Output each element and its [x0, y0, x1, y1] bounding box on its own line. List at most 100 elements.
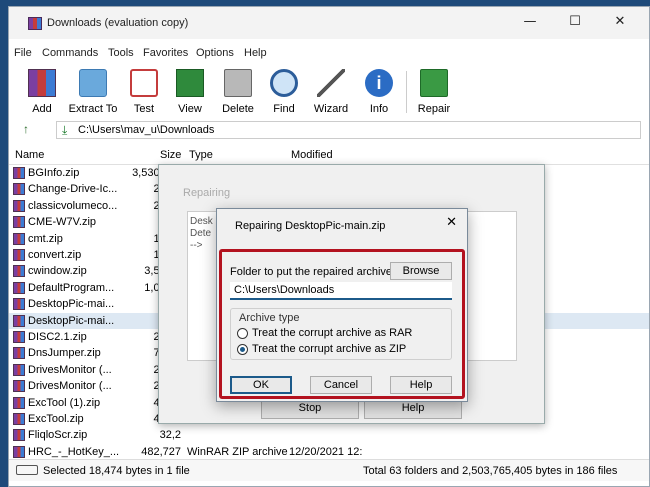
zip-file-icon [13, 445, 25, 458]
highlight-box: Folder to put the repaired archive Brows… [219, 249, 465, 399]
status-selected: Selected 18,474 bytes in 1 file [43, 465, 190, 477]
menu-tools[interactable]: Tools [108, 47, 134, 59]
browse-button[interactable]: Browse [390, 262, 452, 280]
wizard-button[interactable]: Wizard [314, 67, 348, 117]
zip-file-icon [13, 232, 25, 245]
test-clipboard-icon [130, 69, 158, 97]
menu-help[interactable]: Help [244, 47, 267, 59]
extract-folder-icon [79, 69, 107, 97]
file-type: WinRAR ZIP archive [187, 445, 288, 458]
find-button[interactable]: Find [267, 67, 301, 117]
address-bar: ↑ ⤓ C:\Users\mav_u\Downloads [9, 119, 649, 141]
file-row[interactable]: HRC_-_HotKey_... 482,727 WinRAR ZIP archiv… [9, 444, 649, 460]
repair-options-dialog: Repairing DesktopPic-main.zip ✕ Folder t… [216, 208, 468, 402]
column-type[interactable]: Type [189, 149, 213, 161]
file-name: DesktopPic-mai... [28, 298, 115, 311]
zip-file-icon [13, 314, 25, 327]
status-total: Total 63 folders and 2,503,765,405 bytes… [363, 465, 618, 477]
zip-file-icon [13, 331, 25, 343]
minimize-button[interactable]: — [509, 11, 551, 35]
repairing-title: Repairing [183, 187, 231, 199]
up-arrow-icon[interactable]: ↑ [23, 122, 29, 136]
zip-file-icon [13, 413, 25, 425]
column-modified[interactable]: Modified [291, 149, 333, 161]
file-name: classicvolumeco... [28, 199, 118, 212]
close-button[interactable]: ✕ [599, 11, 641, 35]
ok-button[interactable]: OK [230, 376, 292, 394]
menu-bar: File Commands Tools Favorites Options He… [9, 45, 649, 63]
option-rar-label[interactable]: Treat the corrupt archive as RAR [252, 327, 412, 339]
zip-file-icon [13, 298, 25, 311]
zip-file-icon [13, 380, 25, 393]
toolbar: Add Extract To Test View Delete Find Wiz… [9, 67, 649, 119]
column-size[interactable]: Size [160, 149, 181, 161]
info-label: Info [369, 103, 389, 115]
menu-commands[interactable]: Commands [42, 47, 98, 59]
file-name: ExcTool.zip [28, 413, 84, 425]
wizard-label: Wizard [313, 103, 349, 115]
add-button[interactable]: Add [25, 67, 59, 117]
view-button[interactable]: View [173, 67, 207, 117]
zip-file-icon [13, 183, 25, 196]
drive-icon [16, 465, 38, 475]
path-text: C:\Users\mav_u\Downloads [78, 124, 215, 136]
option-zip-label[interactable]: Treat the corrupt archive as ZIP [252, 343, 406, 355]
menu-options[interactable]: Options [196, 47, 234, 59]
file-name: cmt.zip [28, 232, 63, 245]
zip-file-icon [13, 167, 25, 179]
file-name: HRC_-_HotKey_... [28, 445, 120, 458]
radio-rar[interactable] [237, 328, 248, 339]
file-name: ExcTool (1).zip [28, 396, 101, 409]
file-name: DesktopPic-mai... [28, 314, 115, 327]
window-title: Downloads (evaluation copy) [47, 17, 189, 29]
title-bar: Downloads (evaluation copy) — ☐ ✕ [9, 7, 649, 39]
info-icon: i [365, 69, 393, 97]
menu-file[interactable]: File [14, 47, 32, 59]
file-list-header: Name Size Type Modified [9, 145, 649, 165]
file-name: CME-W7V.zip [28, 216, 97, 229]
magic-wand-icon [317, 69, 345, 97]
zip-file-icon [13, 199, 25, 212]
zip-file-icon [13, 265, 25, 278]
radio-zip[interactable] [237, 344, 248, 355]
zip-file-icon [13, 216, 25, 229]
zip-file-icon [13, 249, 25, 261]
file-name: DefaultProgram... [28, 281, 115, 294]
test-button[interactable]: Test [127, 67, 161, 117]
file-name: DISC2.1.zip [28, 331, 87, 343]
maximize-button[interactable]: ☐ [554, 11, 596, 35]
trash-can-icon [224, 69, 252, 97]
repair-label: Repair [417, 103, 451, 115]
winrar-app-icon [28, 17, 42, 30]
view-label: View [178, 103, 202, 115]
archive-type-label: Archive type [239, 312, 300, 324]
status-bar: Selected 18,474 bytes in 1 file Total 63… [9, 459, 649, 481]
zip-file-icon [13, 396, 25, 409]
file-row[interactable]: FliqloScr.zip 32,2 [9, 427, 649, 443]
cancel-button[interactable]: Cancel [310, 376, 372, 394]
extract-to-button[interactable]: Extract To [69, 67, 117, 117]
file-name: cwindow.zip [28, 265, 87, 278]
zip-file-icon [13, 429, 25, 442]
destination-path-input[interactable] [230, 282, 452, 300]
dialog-title: Repairing DesktopPic-main.zip [235, 220, 386, 232]
archive-type-group: Archive type Treat the corrupt archive a… [230, 308, 452, 360]
dialog-help-button[interactable]: Help [390, 376, 452, 394]
add-archive-icon [28, 69, 56, 97]
info-button[interactable]: i Info [362, 67, 396, 117]
file-size: 32,2 [159, 429, 181, 442]
folder-label: Folder to put the repaired archive [230, 266, 393, 278]
column-name[interactable]: Name [15, 149, 44, 161]
repair-button[interactable]: Repair [417, 67, 451, 117]
zip-file-icon [13, 281, 25, 294]
file-size: 482,727 [141, 445, 181, 458]
file-name: DrivesMonitor (... [28, 363, 112, 376]
menu-favorites[interactable]: Favorites [143, 47, 188, 59]
repair-log-text: Desk Dete --> [190, 216, 213, 251]
view-book-icon [176, 69, 204, 97]
file-name: Change-Drive-Ic... [28, 183, 118, 196]
path-field[interactable]: ⤓ C:\Users\mav_u\Downloads [56, 121, 641, 139]
delete-button[interactable]: Delete [221, 67, 255, 117]
zip-file-icon [13, 363, 25, 376]
dialog-close-icon[interactable]: ✕ [446, 215, 457, 230]
